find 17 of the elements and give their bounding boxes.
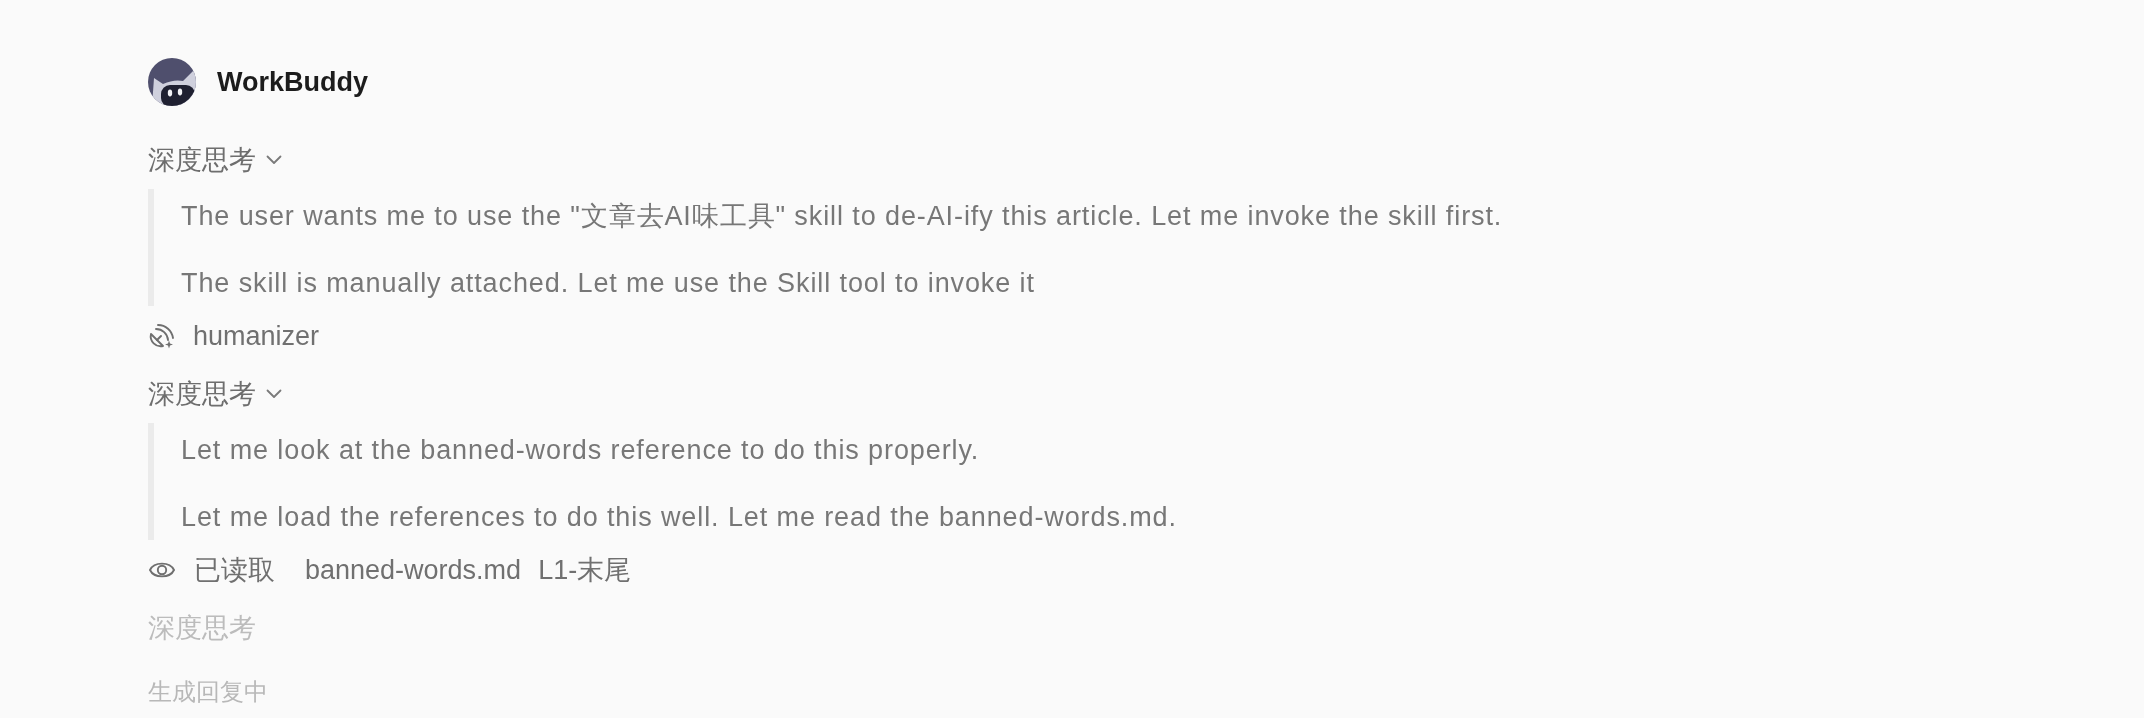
thought-text: The user wants me to use the "文章去AI味工具" skill to de-AI-ify this article. Let me invoke the skill first.	[181, 200, 1503, 233]
chevron-down-icon	[266, 155, 282, 165]
line-range: L1-末尾	[538, 554, 632, 587]
thinking-toggle[interactable]: 深度思考	[148, 142, 282, 178]
status-text: 生成回复中	[148, 677, 268, 707]
thought-text: Let me look at the banned-words reference to do this properly.	[181, 434, 980, 467]
logo-icon	[148, 58, 196, 106]
app-name: WorkBuddy	[217, 66, 368, 99]
thought-text: The skill is manually attached. Let me use the Skill tool to invoke it	[181, 267, 1035, 300]
thinking-toggle[interactable]: 深度思考	[148, 376, 282, 412]
thinking-label: 深度思考	[148, 613, 256, 643]
read-action: 已读取	[194, 554, 275, 587]
thought-text: Let me load the references to do this well. Let me read the banned-words.md.	[181, 501, 1177, 534]
file-name: banned-words.md	[305, 554, 522, 587]
chevron-down-icon	[266, 389, 282, 399]
skill-name: humanizer	[193, 320, 320, 353]
satellite-dish-icon	[148, 323, 175, 349]
